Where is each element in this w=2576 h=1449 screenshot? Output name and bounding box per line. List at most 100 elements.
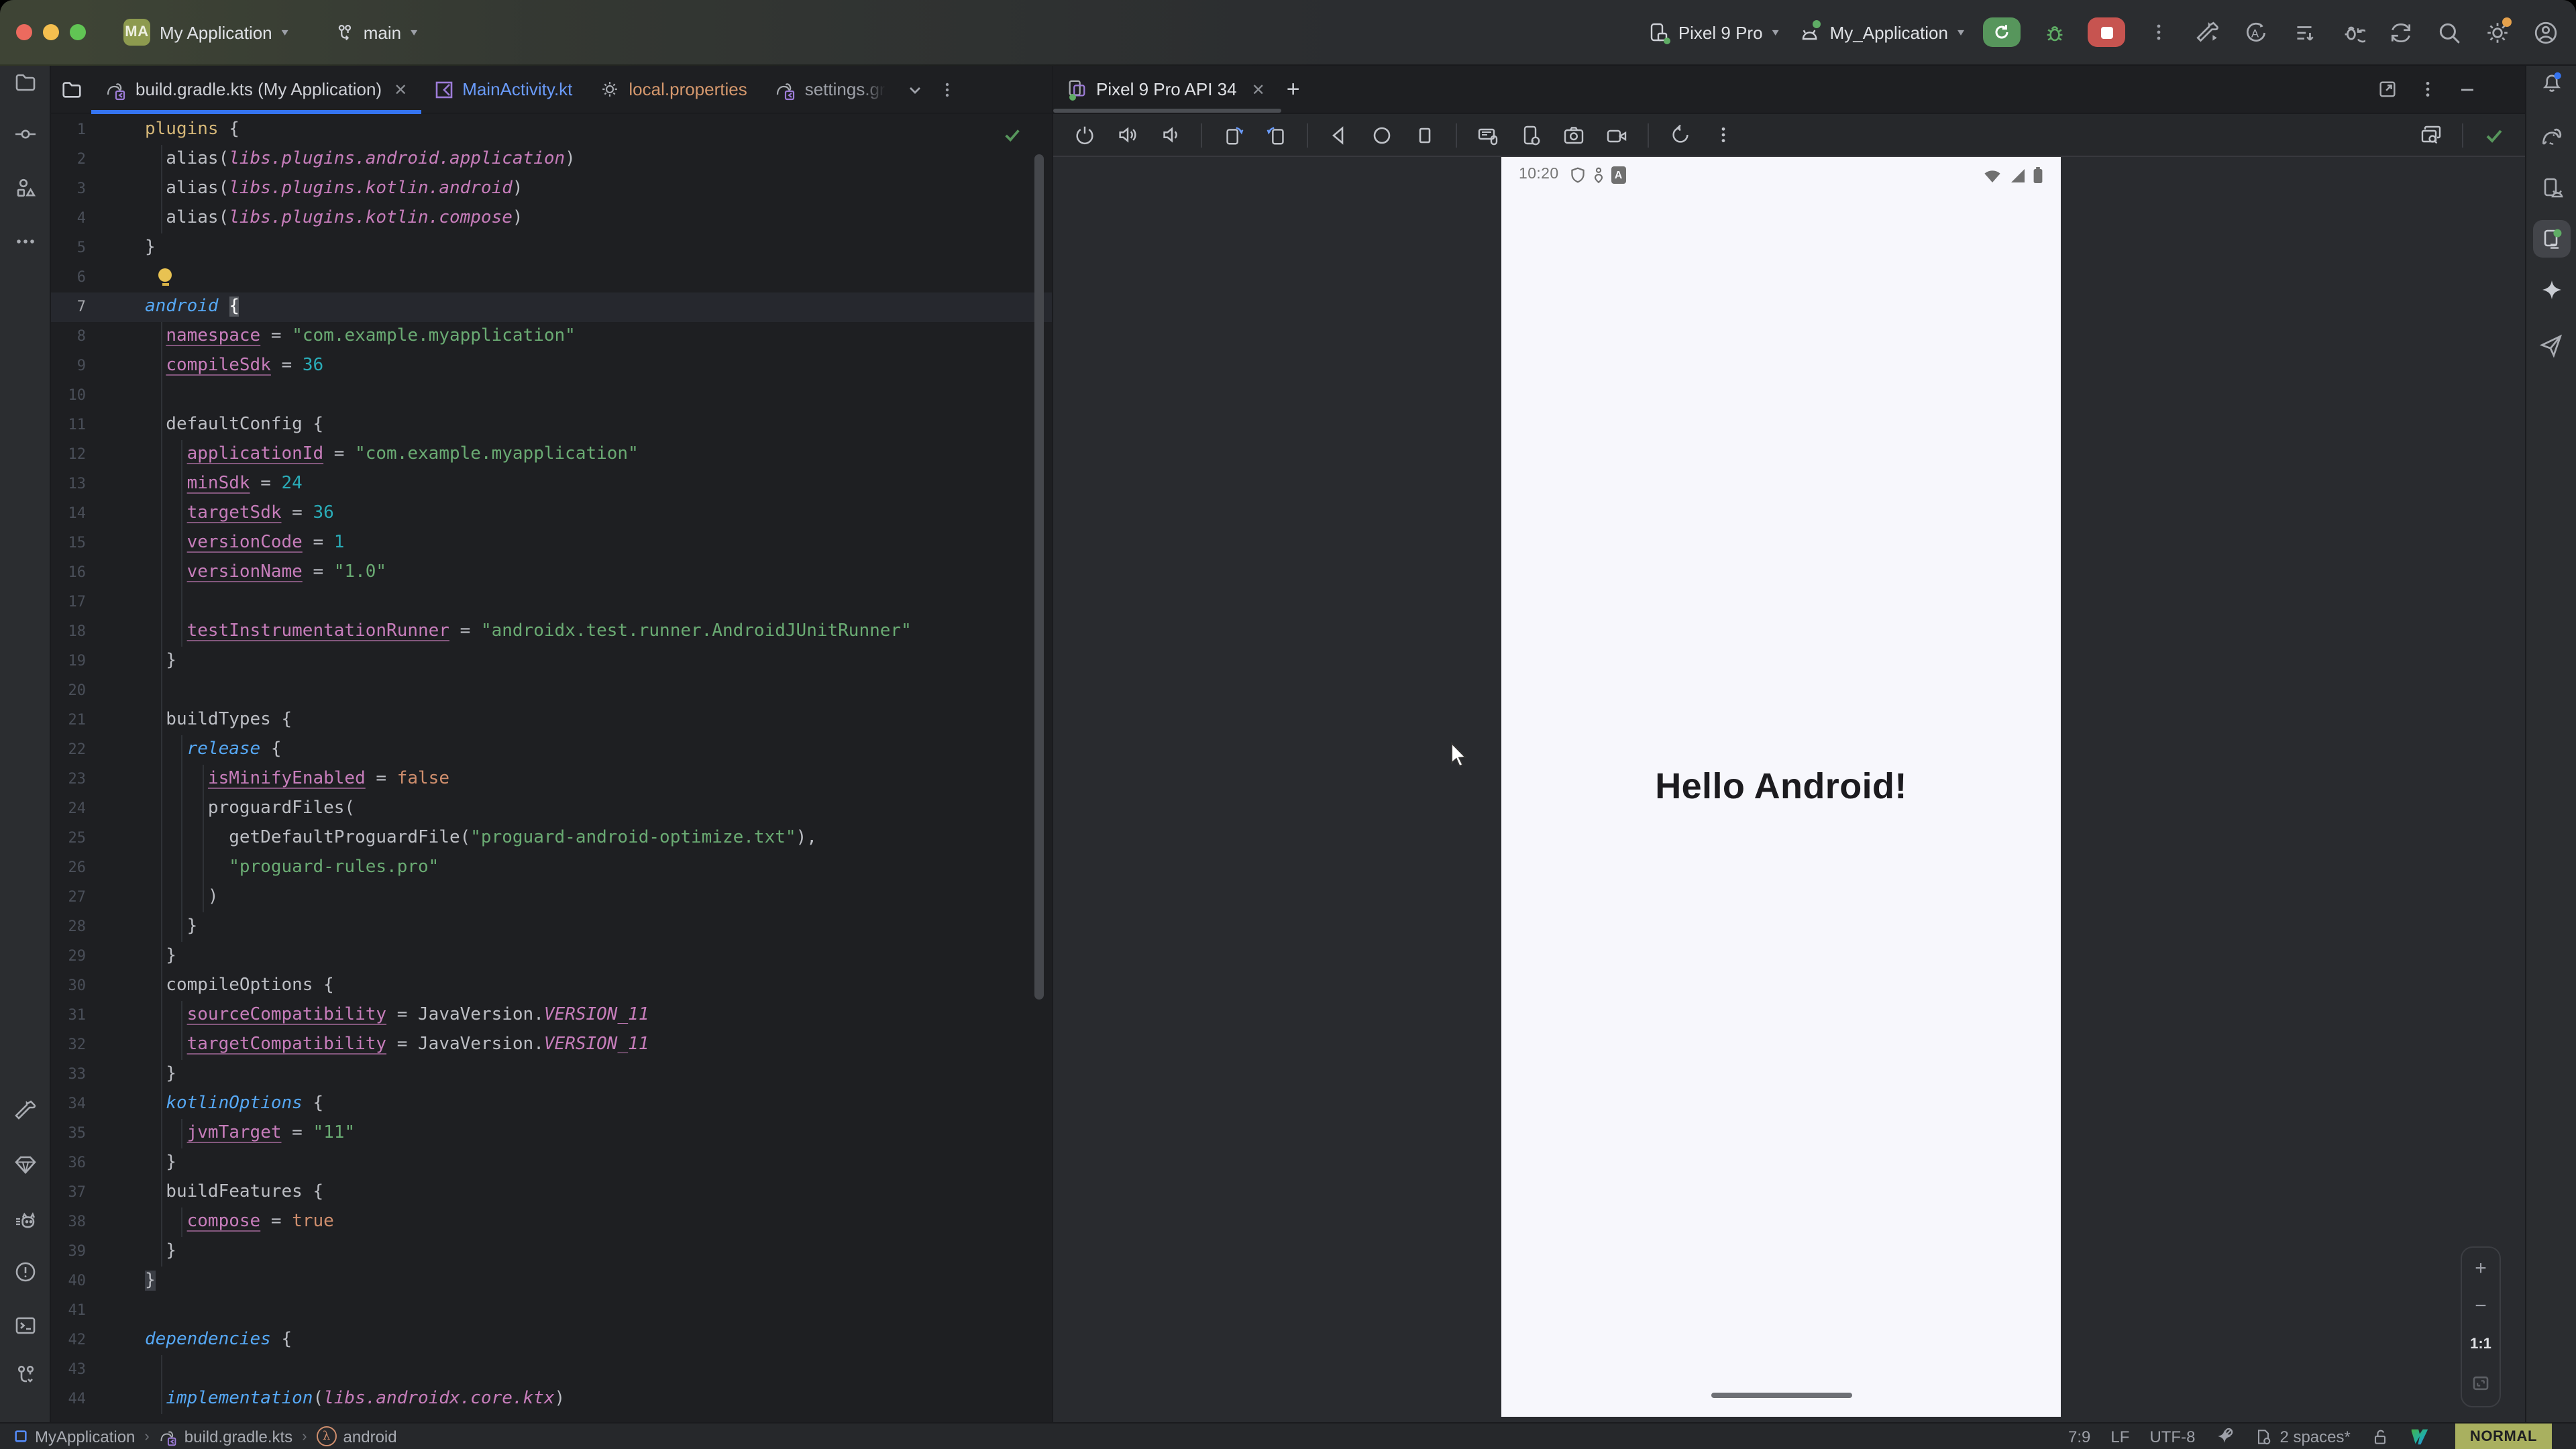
zoom-out-button[interactable]: − xyxy=(2475,1299,2487,1315)
vim-mode-badge[interactable]: NORMAL xyxy=(2455,1423,2552,1449)
code-line[interactable]: 13 minSdk = 24 xyxy=(51,470,1052,499)
version-control-icon[interactable] xyxy=(6,1356,44,1394)
screen-record-icon[interactable] xyxy=(1599,119,1634,151)
zoom-actual-size-button[interactable]: 1:1 xyxy=(2470,1336,2491,1352)
volume-down-icon[interactable] xyxy=(1152,119,1187,151)
code-line[interactable]: 19 } xyxy=(51,647,1052,676)
back-icon[interactable] xyxy=(1322,119,1356,151)
tab-options-kebab-icon[interactable] xyxy=(931,66,963,113)
code-line[interactable]: 41 xyxy=(51,1296,1052,1326)
app-insights-plane-icon[interactable] xyxy=(2532,326,2570,364)
profiler-icon[interactable]: A xyxy=(2241,17,2270,47)
code-line[interactable]: 30 compileOptions { xyxy=(51,971,1052,1001)
code-line[interactable]: 5} xyxy=(51,233,1052,263)
code-line[interactable]: 7android { xyxy=(51,292,1052,322)
ai-off-icon[interactable] xyxy=(2215,1427,2234,1446)
code-line[interactable]: 4 alias(libs.plugins.kotlin.compose) xyxy=(51,204,1052,233)
code-line[interactable]: 27 ) xyxy=(51,883,1052,912)
zoom-fit-icon[interactable] xyxy=(2471,1374,2490,1393)
code-line[interactable]: 20 xyxy=(51,676,1052,706)
line-ending[interactable]: LF xyxy=(2110,1427,2129,1446)
code-line[interactable]: 40} xyxy=(51,1267,1052,1296)
more-run-actions-icon[interactable] xyxy=(2144,17,2174,47)
code-line[interactable]: 17 xyxy=(51,588,1052,617)
code-line[interactable]: 14 targetSdk = 36 xyxy=(51,499,1052,529)
code-editor[interactable]: 1plugins {2 alias(libs.plugins.android.a… xyxy=(51,114,1052,1424)
code-line[interactable]: 37 buildFeatures { xyxy=(51,1178,1052,1208)
gradle-icon[interactable] xyxy=(2532,117,2570,154)
project-tool-button[interactable] xyxy=(51,66,91,113)
code-line[interactable]: 18 testInstrumentationRunner = "androidx… xyxy=(51,617,1052,647)
unlock-icon[interactable] xyxy=(2371,1427,2390,1446)
volume-up-icon[interactable] xyxy=(1110,119,1144,151)
breadcrumb-file[interactable]: build.gradle.kts xyxy=(159,1427,292,1446)
code-line[interactable]: 29 } xyxy=(51,942,1052,971)
open-in-window-icon[interactable] xyxy=(2377,79,2398,99)
code-line[interactable]: 33 } xyxy=(51,1060,1052,1089)
ui-check-icon[interactable] xyxy=(2477,119,2512,151)
code-line[interactable]: 43 xyxy=(51,1355,1052,1385)
stop-button[interactable] xyxy=(2088,17,2125,47)
build-hammer-icon[interactable] xyxy=(6,1092,44,1130)
code-line[interactable]: 42dependencies { xyxy=(51,1326,1052,1355)
tab-settings-gradle[interactable]: settings.gr xyxy=(761,66,899,113)
logcat-icon[interactable] xyxy=(6,1202,44,1240)
caret-position[interactable]: 7:9 xyxy=(2068,1427,2090,1446)
code-line[interactable]: 1plugins { xyxy=(51,115,1052,145)
settings-gear-icon[interactable] xyxy=(2482,17,2512,47)
more-tools-icon[interactable] xyxy=(6,223,44,260)
emulator-screen[interactable]: 10:20 A xyxy=(1501,157,2061,1417)
home-indicator[interactable] xyxy=(1711,1393,1851,1398)
code-line[interactable]: 11 defaultConfig { xyxy=(51,411,1052,440)
rotate-right-icon[interactable] xyxy=(1258,119,1293,151)
tab-mainactivity[interactable]: MainActivity.kt xyxy=(421,66,586,113)
overview-icon[interactable] xyxy=(1407,119,1442,151)
running-devices-icon[interactable] xyxy=(2532,220,2570,258)
close-device-tab-icon[interactable]: ✕ xyxy=(1252,80,1265,99)
tab-build-gradle[interactable]: build.gradle.kts (My Application) ✕ xyxy=(91,66,421,113)
project-selector[interactable]: MA My Application ▾ xyxy=(123,19,288,46)
gemini-icon[interactable] xyxy=(2532,271,2570,309)
panel-options-kebab-icon[interactable] xyxy=(2419,80,2436,98)
code-line[interactable]: 35 jvmTarget = "11" xyxy=(51,1119,1052,1148)
code-line[interactable]: 16 versionName = "1.0" xyxy=(51,558,1052,588)
code-line[interactable]: 21 buildTypes { xyxy=(51,706,1052,735)
intention-bulb-icon[interactable] xyxy=(158,268,172,282)
vim-icon[interactable] xyxy=(2410,1426,2430,1446)
screenshot-test-icon[interactable] xyxy=(2414,119,2449,151)
problems-icon[interactable] xyxy=(6,1253,44,1291)
window-controls[interactable] xyxy=(16,24,86,40)
code-line[interactable]: 10 xyxy=(51,381,1052,411)
build-icon[interactable] xyxy=(2192,17,2222,47)
code-line[interactable]: 34 kotlinOptions { xyxy=(51,1089,1052,1119)
minimize-window-button[interactable] xyxy=(43,24,59,40)
code-line[interactable]: 22 release { xyxy=(51,735,1052,765)
notifications-bell-icon[interactable] xyxy=(2532,63,2570,101)
indent-widget[interactable]: 2 spaces* xyxy=(2254,1427,2350,1446)
code-line[interactable]: 23 isMinifyEnabled = false xyxy=(51,765,1052,794)
code-line[interactable]: 36 } xyxy=(51,1148,1052,1178)
device-more-kebab-icon[interactable] xyxy=(1705,119,1740,151)
code-line[interactable]: 24 proguardFiles( xyxy=(51,794,1052,824)
breadcrumb-module[interactable]: MyApplication xyxy=(13,1427,135,1446)
project-folder-icon[interactable] xyxy=(6,63,44,101)
breadcrumb-element[interactable]: λ android xyxy=(317,1426,397,1446)
device-manager-icon[interactable] xyxy=(2532,169,2570,207)
code-line[interactable]: 6 xyxy=(51,263,1052,292)
terminal-icon[interactable] xyxy=(6,1307,44,1344)
hidden-tabs-chevron-icon[interactable] xyxy=(899,66,931,113)
code-line[interactable]: 39 } xyxy=(51,1237,1052,1267)
device-selector[interactable]: Pixel 9 Pro ▾ xyxy=(1648,21,1779,43)
apply-changes-icon[interactable] xyxy=(2337,17,2367,47)
add-device-tab-icon[interactable]: + xyxy=(1287,76,1300,103)
inspections-ok-icon[interactable] xyxy=(1002,125,1022,145)
code-line[interactable]: 44 implementation(libs.androidx.core.ktx… xyxy=(51,1385,1052,1414)
home-icon[interactable] xyxy=(1364,119,1399,151)
packages-icon[interactable] xyxy=(6,1146,44,1183)
avatar-icon[interactable] xyxy=(2530,17,2560,47)
code-line[interactable]: 26 "proguard-rules.pro" xyxy=(51,853,1052,883)
snippets-icon[interactable] xyxy=(1470,119,1505,151)
run-config-selector[interactable]: My_Application ▾ xyxy=(1798,21,1964,44)
code-line[interactable]: 15 versionCode = 1 xyxy=(51,529,1052,558)
code-line[interactable]: 12 applicationId = "com.example.myapplic… xyxy=(51,440,1052,470)
